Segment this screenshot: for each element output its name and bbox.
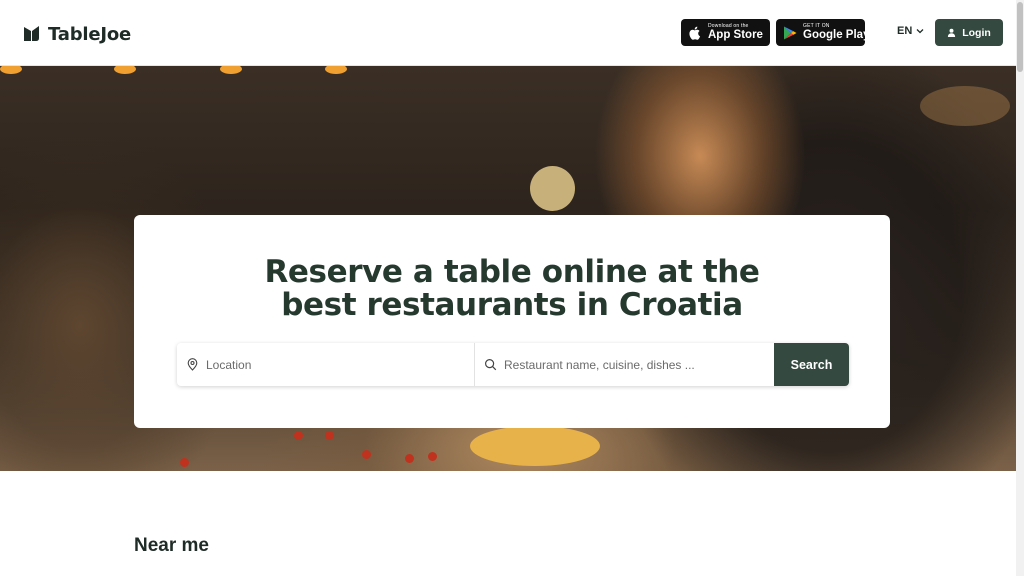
hero-photo-tomato <box>428 452 437 461</box>
app-store-button[interactable]: Download on the App Store <box>681 19 770 46</box>
apple-icon <box>689 26 701 40</box>
location-pin-icon <box>187 358 198 371</box>
top-navbar: TableJoe Download on the App Store GET I… <box>0 0 1024 66</box>
hero-photo-bokeh <box>325 66 347 74</box>
hero-photo-food <box>530 166 575 211</box>
hero-photo-tomato <box>294 431 303 440</box>
restaurant-search-input[interactable]: Restaurant name, cuisine, dishes ... <box>475 343 774 386</box>
tablejoe-logo-icon <box>24 26 39 41</box>
hero-photo-tomato <box>362 450 371 459</box>
google-play-button[interactable]: GET IT ON Google Play <box>776 19 869 46</box>
login-label: Login <box>962 26 991 39</box>
hero-photo-bokeh <box>220 66 242 74</box>
hero-photo-plate <box>470 426 600 466</box>
location-input[interactable]: Location <box>177 343 475 386</box>
hero-headline: Reserve a table online at the best resta… <box>134 256 890 322</box>
language-selector[interactable]: EN <box>897 25 925 37</box>
scrollbar-thumb[interactable] <box>1017 2 1023 72</box>
user-icon <box>948 28 956 37</box>
google-play-small-label: GET IT ON <box>803 22 830 29</box>
location-placeholder: Location <box>206 357 252 372</box>
hero-photo-bokeh <box>114 66 136 74</box>
hero-photo-tomato <box>325 431 334 440</box>
hero-photo-tomato <box>180 458 189 467</box>
brand-logo[interactable]: TableJoe <box>22 22 131 46</box>
brand-name: TableJoe <box>48 23 132 45</box>
language-label: EN <box>897 25 913 37</box>
login-button[interactable]: Login <box>935 19 1003 46</box>
headline-line-2: best restaurants in Croatia <box>281 287 743 323</box>
search-icon <box>484 358 497 371</box>
search-card: Reserve a table online at the best resta… <box>134 215 890 428</box>
restaurant-search-placeholder: Restaurant name, cuisine, dishes ... <box>504 357 695 372</box>
google-play-label: Google Play <box>803 28 870 41</box>
chevron-down-icon <box>916 29 924 34</box>
app-store-small-label: Download on the <box>708 22 749 29</box>
app-store-label: App Store <box>708 28 763 41</box>
near-me-heading: Near me <box>134 535 209 556</box>
search-bar: Location Restaurant name, cuisine, dishe… <box>177 343 849 386</box>
search-button[interactable]: Search <box>774 343 849 386</box>
hero-photo-bokeh <box>0 66 22 74</box>
headline-line-1: Reserve a table online at the <box>264 254 760 290</box>
page-scrollbar[interactable] <box>1016 0 1024 576</box>
hero-photo-bokeh <box>920 86 1010 126</box>
hero-photo-tomato <box>405 454 414 463</box>
google-play-icon <box>784 26 797 39</box>
